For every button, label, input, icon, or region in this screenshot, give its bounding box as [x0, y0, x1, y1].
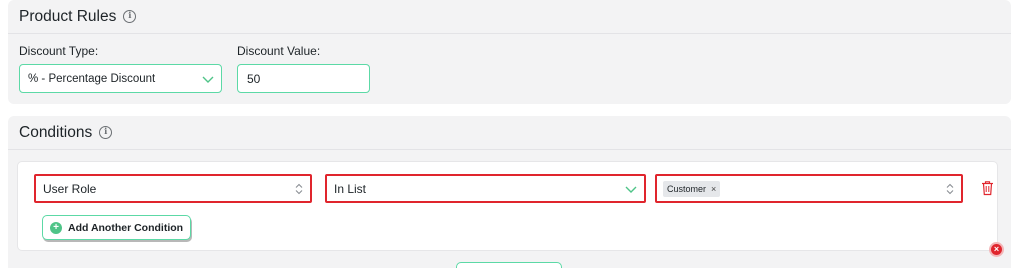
- trash-icon[interactable]: [981, 180, 994, 196]
- info-icon[interactable]: i: [123, 10, 137, 23]
- conditions-header: Conditions i: [8, 116, 1011, 150]
- discount-type-value: % - Percentage Discount: [28, 72, 156, 85]
- chevron-down-icon: [202, 76, 214, 83]
- discount-value-label: Discount Value:: [237, 44, 321, 58]
- plus-circle-icon: +: [50, 221, 62, 234]
- condition-row-card: User Role In List Customer × + Add Anoth…: [17, 161, 998, 251]
- chevron-down-icon: [625, 186, 637, 193]
- condition-operator-value: In List: [334, 181, 367, 196]
- add-another-condition-button[interactable]: + Add Another Condition: [42, 215, 192, 240]
- value-chip-customer: Customer ×: [663, 180, 721, 197]
- select-arrows-icon: [295, 183, 303, 195]
- conditions-panel: Conditions i User Role In List Customer …: [8, 116, 1011, 268]
- condition-values-multiselect[interactable]: Customer ×: [655, 174, 963, 203]
- condition-field-value: User Role: [43, 181, 97, 196]
- condition-field-select[interactable]: User Role: [34, 174, 312, 203]
- discount-type-label: Discount Type:: [19, 44, 99, 58]
- product-rules-panel: Product Rules i Discount Type: % - Perce…: [8, 0, 1011, 104]
- discount-type-select[interactable]: % - Percentage Discount: [19, 64, 222, 93]
- info-icon[interactable]: i: [99, 126, 113, 139]
- add-another-condition-label: Add Another Condition: [68, 221, 184, 234]
- bottom-button-partial[interactable]: [456, 262, 562, 268]
- discount-value-text: 50: [247, 71, 261, 86]
- condition-operator-select[interactable]: In List: [325, 174, 646, 203]
- chip-remove-icon[interactable]: ×: [711, 184, 716, 194]
- value-chip-label: Customer: [667, 183, 707, 194]
- discount-value-input[interactable]: 50: [237, 64, 370, 93]
- product-rules-title: Product Rules: [19, 7, 117, 25]
- product-rules-header: Product Rules i: [8, 0, 1011, 34]
- select-arrows-icon: [946, 183, 954, 195]
- conditions-title: Conditions: [19, 123, 93, 141]
- close-circle-icon[interactable]: ×: [989, 242, 1004, 257]
